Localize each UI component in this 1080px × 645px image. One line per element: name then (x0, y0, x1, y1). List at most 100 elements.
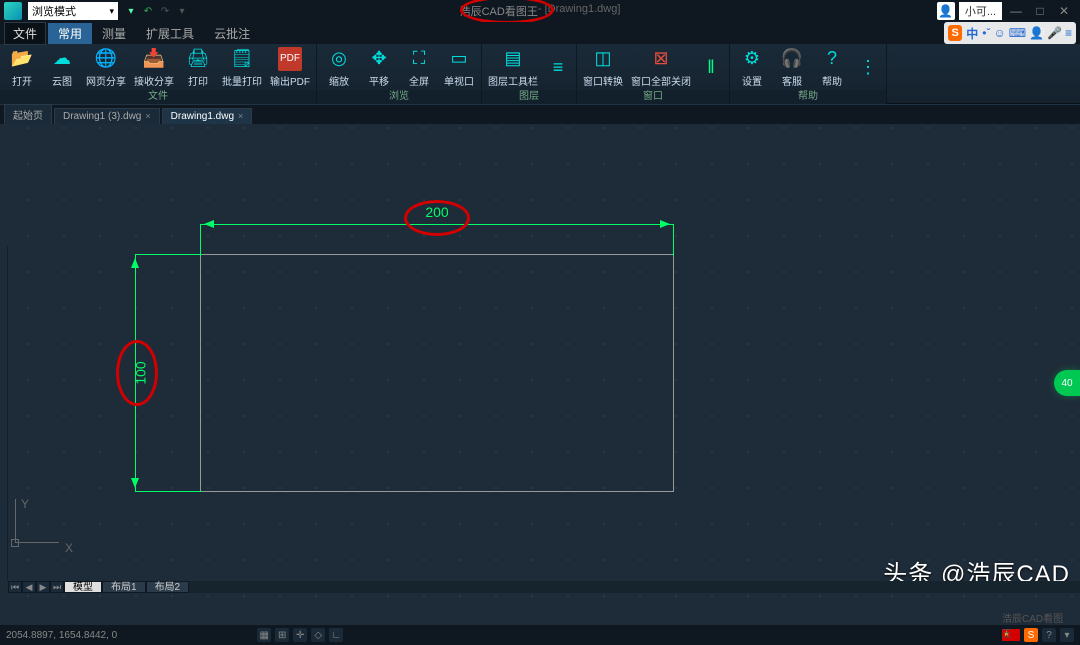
group-label-help: 帮助 (730, 90, 886, 104)
scroll-next-icon[interactable]: ▶ (36, 581, 50, 593)
cloud-icon: ☁ (50, 47, 74, 71)
ucs-x-label: X (65, 541, 73, 555)
layout-tab-2[interactable]: 布局2 (146, 581, 190, 593)
status-toggles: ▦ ⊞ ✛ ◇ ∟ (257, 628, 343, 642)
scroll-prev-icon[interactable]: ◀ (22, 581, 36, 593)
close-button[interactable]: ✕ (1054, 2, 1074, 20)
ime-mic-icon[interactable]: 🎤 (1047, 26, 1062, 40)
left-ruler (0, 246, 8, 581)
export-pdf-button[interactable]: PDF输出PDF (268, 44, 312, 90)
pan-icon: ✥ (367, 47, 391, 71)
ime-icons: •ˇ ☺ ⌨ 👤 🎤 ≡ (982, 26, 1072, 40)
open-button[interactable]: 📂打开 (4, 44, 40, 90)
headset-icon: 🎧 (780, 47, 804, 71)
scroll-first-icon[interactable]: ⏮ (8, 581, 22, 593)
window-switch-icon: ◫ (591, 47, 615, 71)
undo-icon[interactable]: ↶ (141, 4, 155, 18)
fullscreen-button[interactable]: ⛶全屏 (401, 44, 437, 90)
ime-punct-icon[interactable]: •ˇ (982, 26, 990, 40)
help-more-button[interactable]: ⋮ (854, 44, 882, 90)
help-button[interactable]: ?帮助 (814, 44, 850, 90)
ime-toolbar[interactable]: S 中 •ˇ ☺ ⌨ 👤 🎤 ≡ (944, 22, 1076, 44)
help-icon: ? (820, 47, 844, 71)
user-avatar-icon[interactable]: 👤 (937, 2, 955, 20)
status-bar: 2054.8897, 1654.8442, 0 ▦ ⊞ ✛ ◇ ∟ S ? ▾ … (0, 625, 1080, 645)
ime-lang[interactable]: 中 (966, 25, 978, 42)
pan-button[interactable]: ✥平移 (361, 44, 397, 90)
layout-bar: ⏮ ◀ ▶ ⏭ 模型 布局1 布局2 (8, 581, 1080, 593)
window-separator: ‖ (697, 44, 725, 90)
doc-tab-start[interactable]: 起始页 (4, 104, 52, 124)
mode-label: 浏览模式 (32, 3, 76, 19)
ortho-icon[interactable]: ⊞ (275, 628, 289, 642)
app-logo-icon (4, 2, 22, 20)
pdf-icon: PDF (278, 47, 302, 71)
ime-keyboard-icon[interactable]: ⌨ (1009, 26, 1026, 40)
ribbon-tab-bar: 文件 常用 测量 扩展工具 云批注 — ❐ ✕ (0, 22, 1080, 44)
receive-share-button[interactable]: 📥接收分享 (132, 44, 176, 90)
print-button[interactable]: 🖨打印 (180, 44, 216, 90)
polar-icon[interactable]: ✛ (293, 628, 307, 642)
settings-button[interactable]: ⚙设置 (734, 44, 770, 90)
support-button[interactable]: 🎧客服 (774, 44, 810, 90)
ribbon-tab-extend[interactable]: 扩展工具 (136, 23, 204, 44)
layer-list-button[interactable]: ≡ (544, 44, 572, 90)
group-label-view: 浏览 (317, 90, 481, 104)
coords-display: 2054.8897, 1654.8442, 0 (6, 630, 117, 641)
gear-icon: ⚙ (740, 47, 764, 71)
web-share-button[interactable]: 🌐网页分享 (84, 44, 128, 90)
close-icon[interactable]: × (145, 111, 150, 121)
redo-icon[interactable]: ↷ (158, 4, 172, 18)
brand-footer: 浩辰CAD看图王 (1002, 610, 1068, 640)
snap-grid-icon[interactable]: ▦ (257, 628, 271, 642)
inbox-icon: 📥 (142, 47, 166, 71)
batch-print-icon: 🗒 (230, 47, 254, 71)
close-all-button[interactable]: ⊠窗口全部关闭 (629, 44, 693, 90)
annotation-ellipse-title (460, 0, 554, 24)
viewport-icon: ▭ (447, 47, 471, 71)
title-bar: 浏览模式 ▾ ▾ ↶ ↷ ▾ 浩辰CAD看图王 - [Drawing1.dwg]… (0, 0, 1080, 22)
doc-tab-drawing1-3[interactable]: Drawing1 (3).dwg× (54, 108, 160, 124)
close-all-icon: ⊠ (649, 47, 673, 71)
globe-icon: 🌐 (94, 47, 118, 71)
zoom-icon: ◎ (327, 47, 351, 71)
cloud-button[interactable]: ☁云图 (44, 44, 80, 90)
layout-tab-1[interactable]: 布局1 (102, 581, 146, 593)
group-label-window: 窗口 (577, 90, 729, 104)
separator-icon: ‖ (699, 55, 723, 79)
doc-tab-drawing1[interactable]: Drawing1.dwg× (162, 108, 253, 124)
ribbon-tab-cloud[interactable]: 云批注 (204, 23, 260, 44)
sougou-logo-icon: S (948, 25, 962, 41)
quick-access-toolbar: ▾ ↶ ↷ ▾ (124, 4, 189, 18)
window-switch-button[interactable]: ◫窗口转换 (581, 44, 625, 90)
ime-user-icon[interactable]: 👤 (1029, 26, 1044, 40)
layout-tab-model[interactable]: 模型 (64, 581, 102, 593)
single-viewport-button[interactable]: ▭单视口 (441, 44, 477, 90)
ucs-y-label: Y (21, 497, 29, 511)
chevron-down-icon: ▾ (109, 6, 114, 17)
qat-dropdown-icon[interactable]: ▾ (124, 4, 138, 18)
annotation-ellipse-200 (404, 200, 470, 236)
user-name[interactable]: 小可... (959, 2, 1002, 20)
zoom-button[interactable]: ◎缩放 (321, 44, 357, 90)
close-icon[interactable]: × (238, 111, 243, 121)
file-menu[interactable]: 文件 (4, 22, 46, 45)
osnap-icon[interactable]: ◇ (311, 628, 325, 642)
fullscreen-icon: ⛶ (407, 47, 431, 71)
mode-select[interactable]: 浏览模式 ▾ (28, 2, 118, 20)
layer-toolbar-button[interactable]: ▤图层工具栏 (486, 44, 540, 90)
track-icon[interactable]: ∟ (329, 628, 343, 642)
qat-more-icon[interactable]: ▾ (175, 4, 189, 18)
floating-badge[interactable]: 40 (1054, 370, 1080, 396)
ime-settings-icon[interactable]: ≡ (1065, 26, 1072, 40)
folder-open-icon: 📂 (10, 47, 34, 71)
ribbon-tab-measure[interactable]: 测量 (92, 23, 136, 44)
ribbon-tab-common[interactable]: 常用 (48, 23, 92, 44)
scroll-last-icon[interactable]: ⏭ (50, 581, 64, 593)
batch-print-button[interactable]: 🗒批量打印 (220, 44, 264, 90)
more-icon: ⋮ (856, 55, 880, 79)
drawing-canvas[interactable]: 200 100 Y X 40 头条 @浩辰CAD ⏮ ◀ ▶ ⏭ 模型 布局1 … (0, 124, 1080, 613)
ime-face-icon[interactable]: ☺ (993, 26, 1005, 40)
maximize-button[interactable]: □ (1030, 2, 1050, 20)
minimize-button[interactable]: — (1006, 2, 1026, 20)
